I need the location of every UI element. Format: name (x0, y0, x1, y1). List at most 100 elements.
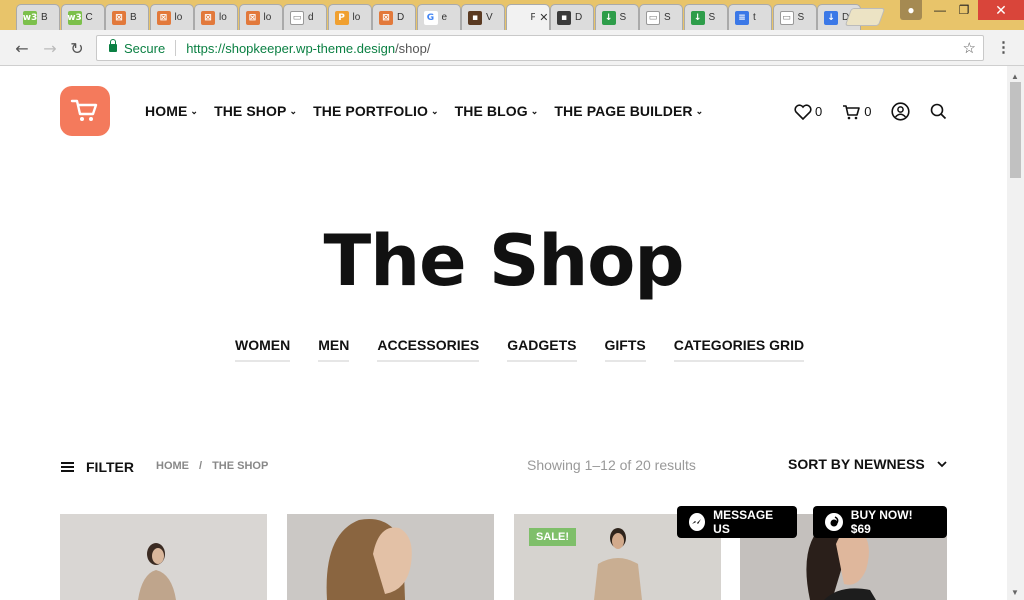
browser-tab[interactable]: P✕ (505, 4, 550, 30)
message-us-button[interactable]: MESSAGE US (677, 506, 797, 538)
xampp-icon: ⊠ (245, 10, 260, 25)
tab-title: lo (263, 12, 272, 23)
category-accessories[interactable]: ACCESSORIES (377, 337, 480, 362)
minimize-window-icon[interactable]: — (928, 0, 952, 20)
message-us-label: MESSAGE US (713, 508, 774, 536)
cart-icon (843, 104, 861, 119)
url-text[interactable]: https://shopkeeper.wp-theme.design/shop/ (186, 41, 430, 56)
browser-tab[interactable]: w3 C (60, 4, 105, 30)
address-separator (175, 40, 177, 56)
cart-button[interactable]: 0 (842, 104, 871, 120)
reload-icon[interactable]: ↻ (67, 38, 87, 58)
scroll-up-arrow-icon[interactable]: ▲ (1011, 72, 1019, 81)
xampp-icon: ⊠ (156, 10, 171, 25)
w3-icon: w3 (22, 10, 38, 25)
category-navigation: WOMEN MEN ACCESSORIES GADGETS GIFTS CATE… (235, 337, 805, 362)
category-categories-grid[interactable]: CATEGORIES GRID (673, 337, 805, 362)
wishlist-count: 0 (815, 104, 823, 119)
back-arrow-icon[interactable]: ← (12, 38, 32, 58)
tab-title: B (41, 12, 48, 23)
browser-tab[interactable]: w3 B (16, 4, 60, 30)
product-image (138, 543, 176, 600)
browser-tab[interactable]: ≡ t (728, 4, 772, 30)
cart-count: 0 (864, 104, 872, 119)
buy-now-label: BUY NOW! $69 (850, 508, 913, 536)
chevron-down-icon: ⌄ (190, 105, 199, 116)
tab-title: S (664, 12, 671, 23)
scroll-down-arrow-icon[interactable]: ▼ (1011, 588, 1019, 597)
browser-tab[interactable]: ⊠ lo (149, 4, 194, 30)
tab-title: lo (174, 12, 183, 23)
browser-tab[interactable]: ▪ D (550, 4, 594, 30)
browser-tab[interactable]: ▪ V (461, 4, 505, 30)
page-icon: ▭ (779, 10, 794, 25)
category-gifts[interactable]: GIFTS (604, 337, 646, 362)
page-scrollbar[interactable]: ▲ ▼ (1007, 66, 1024, 600)
nav-label: THE PAGE BUILDER (554, 103, 693, 119)
browser-tab[interactable]: Plo (327, 4, 372, 30)
search-button[interactable] (930, 103, 947, 120)
forward-arrow-icon[interactable]: → (40, 38, 60, 58)
nav-label: THE SHOP (214, 103, 287, 119)
product-card[interactable] (287, 514, 494, 600)
envato-icon (825, 513, 843, 531)
address-bar[interactable]: Secure https://shopkeeper.wp-theme.desig… (96, 35, 984, 61)
chevron-down-icon: ⌄ (695, 105, 704, 116)
nav-the-portfolio[interactable]: THE PORTFOLIO ⌄ (313, 103, 439, 119)
nav-the-blog[interactable]: THE BLOG ⌄ (455, 103, 539, 119)
secure-label: Secure (124, 40, 166, 56)
breadcrumb-home[interactable]: HOME (156, 460, 189, 472)
browser-tab[interactable]: ⊠ B (105, 4, 149, 30)
browser-tab[interactable]: ↓ S (683, 4, 728, 30)
browser-tab[interactable]: ▭ S (639, 4, 683, 30)
web-page: HOME ⌄ THE SHOP ⌄ THE PORTFOLIO ⌄ THE BLOG ⌄… (0, 66, 1007, 600)
tab-title: V (486, 12, 493, 23)
new-tab-button[interactable] (844, 8, 886, 26)
chevron-down-icon: ⌄ (289, 105, 298, 116)
restore-window-icon[interactable]: ❐ (952, 0, 976, 20)
photo-icon: ▪ (468, 10, 482, 25)
product-card[interactable] (60, 514, 267, 600)
browser-tab[interactable]: Ge (416, 4, 461, 30)
nav-home[interactable]: HOME ⌄ (145, 103, 198, 119)
account-button[interactable] (891, 102, 911, 121)
filter-button[interactable]: FILTER (61, 459, 134, 475)
close-tab-icon[interactable]: ✕ (539, 11, 548, 24)
category-gadgets[interactable]: GADGETS (507, 337, 577, 362)
tab-title: S (708, 12, 716, 23)
chevron-down-icon (937, 460, 947, 467)
tab-title: D (397, 12, 405, 23)
nav-the-shop[interactable]: THE SHOP ⌄ (214, 103, 297, 119)
browser-tab[interactable]: ⊠ D (372, 4, 416, 30)
category-women[interactable]: WOMEN (235, 337, 291, 362)
sale-badge: SALE! (529, 528, 576, 546)
download-green-icon: ↓ (690, 10, 705, 25)
browser-tab[interactable]: ↓ S (594, 4, 639, 30)
tab-title: P (531, 12, 536, 23)
tab-title: D (575, 12, 583, 23)
tab-title: C (85, 12, 93, 23)
tab-title: B (130, 12, 137, 23)
sort-label: SORT BY NEWNESS (788, 456, 925, 472)
category-men[interactable]: MEN (318, 337, 350, 362)
close-window-icon[interactable]: ✕ (978, 0, 1024, 20)
buy-now-button[interactable]: BUY NOW! $69 (813, 506, 947, 538)
search-icon (931, 103, 947, 120)
browser-tab[interactable]: ▭ S (772, 4, 817, 30)
scrollbar-thumb[interactable] (1010, 82, 1021, 178)
browser-tab[interactable]: ▭ d (283, 4, 327, 30)
browser-tab[interactable]: ⊠ lo (238, 4, 283, 30)
shop-logo[interactable] (60, 86, 110, 136)
breadcrumb-separator: / (199, 460, 203, 472)
chrome-menu-icon[interactable]: ⋮ (996, 38, 1011, 56)
wishlist-button[interactable]: 0 (794, 103, 823, 120)
sort-dropdown[interactable]: SORT BY NEWNESS (788, 456, 947, 472)
browser-tab[interactable]: ⊠ lo (194, 4, 238, 30)
doc-blue-icon: ≡ (735, 10, 749, 25)
nav-the-page-builder[interactable]: THE PAGE BUILDER ⌄ (554, 103, 703, 119)
bookmark-star-icon[interactable]: ☆ (963, 39, 976, 57)
page-icon: ▭ (646, 10, 660, 25)
download-blue-icon: ↓ (824, 10, 838, 25)
user-icon (891, 102, 911, 121)
user-profile-icon[interactable]: ● (900, 0, 922, 20)
